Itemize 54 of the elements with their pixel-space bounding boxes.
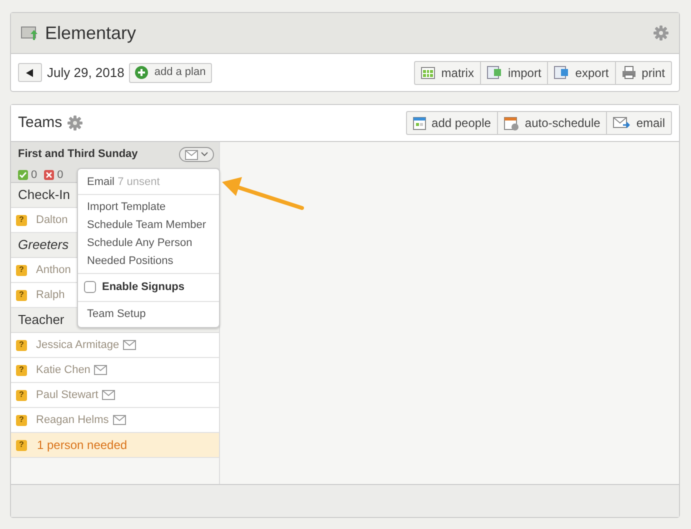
envelope-icon — [94, 365, 108, 375]
calendar-gear-icon — [504, 116, 519, 130]
envelope-icon — [185, 150, 198, 160]
column-title: First and Third Sunday — [18, 147, 139, 162]
checkbox-label[interactable]: Enable Signups — [102, 279, 185, 296]
group-header: Greeters — [18, 236, 69, 254]
status-badge: ? — [16, 214, 27, 226]
toolbar-button[interactable]: print — [614, 62, 671, 84]
section-title: Teams — [18, 112, 62, 133]
calendar-icon — [412, 116, 426, 130]
toolbar-button[interactable]: email — [606, 112, 671, 134]
left-triangle-icon — [26, 68, 34, 76]
check-icon — [18, 170, 28, 180]
declined-count: 0 — [57, 168, 64, 182]
status-badge: ? — [16, 414, 27, 426]
plus-circle-icon — [135, 66, 148, 79]
settings-icon[interactable] — [653, 25, 669, 41]
page-title: Elementary — [45, 22, 136, 45]
printer-icon — [622, 66, 636, 79]
group-header: Check-In — [18, 186, 70, 204]
menu-item[interactable]: Team Setup — [78, 304, 219, 322]
toolbar-button[interactable]: export — [547, 62, 615, 84]
add-plan-button[interactable]: add a plan — [129, 62, 212, 82]
date-label: July 29, 2018 — [47, 64, 124, 82]
status-badge: ? — [16, 364, 27, 376]
status-badge: ? — [16, 290, 27, 300]
grid-icon — [421, 66, 436, 78]
envelope-icon — [123, 340, 136, 350]
confirmed-count: 0 — [31, 168, 38, 182]
envelope-icon — [102, 390, 116, 400]
toolbar-button[interactable]: auto-schedule — [496, 112, 606, 134]
menu-item[interactable]: Schedule Team Member — [78, 216, 219, 234]
menu-item[interactable]: Needed Positions — [78, 252, 219, 270]
needed-label: 1 person needed — [37, 437, 128, 454]
status-badge: ? — [16, 340, 27, 350]
settings-icon[interactable] — [67, 115, 84, 131]
toolbar-button[interactable]: matrix — [415, 62, 480, 84]
previous-button[interactable] — [18, 63, 42, 82]
status-badge: ? — [16, 390, 27, 400]
caret-icon — [201, 152, 208, 157]
menu-item[interactable]: Import Template — [78, 198, 219, 216]
menu-item[interactable]: Schedule Any Person — [78, 234, 219, 252]
checkbox[interactable] — [84, 281, 96, 294]
envelope-icon — [112, 415, 126, 425]
status-badge: ? — [16, 440, 27, 450]
import-icon — [486, 66, 502, 79]
menu-item[interactable]: Email 7 unsent — [78, 173, 219, 191]
cross-icon — [44, 170, 54, 180]
toolbar-button[interactable]: import — [480, 62, 548, 84]
email-dropdown-button[interactable] — [179, 147, 214, 162]
toolbar-button[interactable]: add people — [406, 112, 497, 134]
export-icon — [554, 66, 570, 79]
status-badge: ? — [16, 264, 27, 276]
group-header: Teacher — [18, 311, 64, 330]
